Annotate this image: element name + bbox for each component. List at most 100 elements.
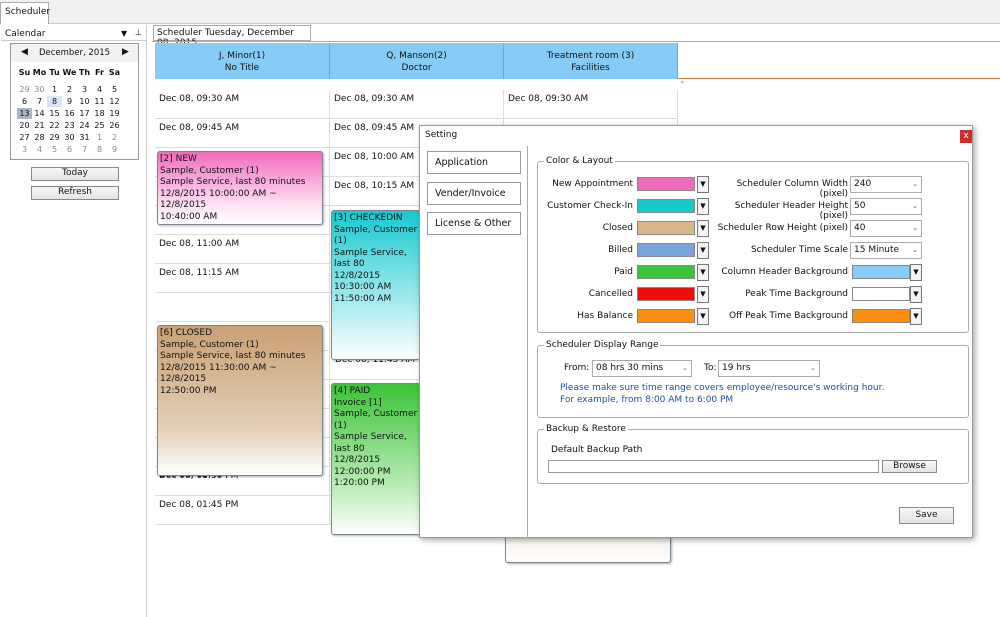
calendar-day[interactable]: 6 xyxy=(17,96,32,107)
setting-select[interactable]: 50 ⌄ xyxy=(850,198,922,215)
calendar-day[interactable]: 30 xyxy=(32,84,47,95)
calendar-day[interactable]: 3 xyxy=(17,144,32,155)
column-header-resource-2[interactable]: Q, Manson(2) Doctor xyxy=(330,43,504,79)
calendar-day[interactable]: 25 xyxy=(92,120,107,131)
month-calendar[interactable]: ◀ December, 2015 ▶ Su Mo Tu We Th Fr Sa 29 30 1 2 3… xyxy=(10,43,139,160)
calendar-day[interactable]: 30 xyxy=(62,132,77,143)
chevron-down-icon[interactable]: ▼ xyxy=(697,176,709,193)
nav-license-other[interactable]: License & Other xyxy=(427,212,521,235)
column-header-resource-3[interactable]: Treatment room (3) Facilities xyxy=(504,43,678,79)
time-slot[interactable]: Dec 08, 09:30 AM xyxy=(155,90,330,119)
calendar-day[interactable]: 22 xyxy=(47,120,62,131)
chevron-down-icon[interactable]: ▼ xyxy=(910,264,922,281)
setting-select[interactable]: 40 ⌄ xyxy=(850,220,922,237)
to-select[interactable]: 19 hrs ⌄ xyxy=(718,360,820,377)
calendar-day[interactable]: 29 xyxy=(47,132,62,143)
chevron-down-icon[interactable]: ▼ xyxy=(697,286,709,303)
setting-select[interactable]: 15 Minute ⌄ xyxy=(850,242,922,259)
time-slot[interactable]: Dec 08, 01:45 PM xyxy=(155,496,330,525)
appointment-partial[interactable] xyxy=(505,535,671,563)
calendar-day[interactable]: 11 xyxy=(92,96,107,107)
chevron-down-icon[interactable]: ▼ xyxy=(697,198,709,215)
color-swatch[interactable] xyxy=(637,243,695,257)
appointment-paid[interactable]: [4] PAID Invoice [1] Sample, Customer (1… xyxy=(331,383,421,535)
color-swatch[interactable] xyxy=(637,221,695,235)
calendar-day[interactable]: 27 xyxy=(17,132,32,143)
color-swatch[interactable] xyxy=(637,309,695,323)
calendar-day[interactable]: 1 xyxy=(92,132,107,143)
color-swatch[interactable] xyxy=(852,309,910,323)
calendar-day[interactable]: 8 xyxy=(92,144,107,155)
calendar-day[interactable]: 16 xyxy=(62,108,77,119)
time-slot[interactable] xyxy=(155,293,330,322)
time-slot[interactable]: Dec 08, 09:30 AM xyxy=(504,90,678,119)
calendar-day[interactable]: 5 xyxy=(107,84,122,95)
chevron-down-icon[interactable]: ▼ xyxy=(697,264,709,281)
calendar-day[interactable]: 5 xyxy=(47,144,62,155)
time-slot[interactable]: Dec 08, 09:30 AM xyxy=(330,90,504,119)
nav-application[interactable]: Application xyxy=(427,151,521,174)
pin-icon[interactable]: ⊥ xyxy=(135,28,142,37)
calendar-day[interactable]: 7 xyxy=(32,96,47,107)
calendar-day[interactable]: 15 xyxy=(47,108,62,119)
calendar-day[interactable]: 18 xyxy=(92,108,107,119)
tab-scheduler[interactable]: Scheduler xyxy=(0,2,50,24)
refresh-button[interactable]: Refresh xyxy=(31,186,119,200)
browse-button[interactable]: Browse xyxy=(882,460,937,473)
calendar-day[interactable]: 9 xyxy=(107,144,122,155)
color-swatch[interactable] xyxy=(637,287,695,301)
chevron-down-icon[interactable]: ▼ xyxy=(697,242,709,259)
calendar-day[interactable]: 29 xyxy=(17,84,32,95)
color-swatch[interactable] xyxy=(637,177,695,191)
time-slot[interactable]: Dec 08, 11:15 AM xyxy=(155,264,330,293)
appointment-checkedin[interactable]: [3] CHECKEDIN Sample, Customer (1) Sampl… xyxy=(331,210,421,360)
calendar-day[interactable]: 26 xyxy=(107,120,122,131)
calendar-day[interactable]: 14 xyxy=(32,108,47,119)
time-slot[interactable]: Dec 08, 09:45 AM xyxy=(155,119,330,148)
calendar-day[interactable]: 24 xyxy=(77,120,92,131)
color-swatch[interactable] xyxy=(852,265,910,279)
today-button[interactable]: Today xyxy=(31,167,119,181)
scroll-up-icon[interactable]: ⌃ xyxy=(679,80,691,92)
color-swatch[interactable] xyxy=(637,199,695,213)
calendar-day[interactable]: 21 xyxy=(32,120,47,131)
scheduler-date-tab[interactable]: Scheduler Tuesday, December 08, 2015 xyxy=(153,25,311,48)
chevron-down-icon[interactable]: ▼ xyxy=(910,308,922,325)
chevron-down-icon[interactable]: ▼ xyxy=(910,286,922,303)
chevron-down-icon[interactable]: ▼ xyxy=(697,220,709,237)
appointment-new[interactable]: [2] NEW Sample, Customer (1) Sample Serv… xyxy=(157,151,323,225)
nav-vender-invoice[interactable]: Vender/Invoice xyxy=(427,182,521,205)
calendar-day[interactable]: 10 xyxy=(77,96,92,107)
next-month-icon[interactable]: ▶ xyxy=(122,47,129,57)
column-header-resource-1[interactable]: J, Minor(1) No Title xyxy=(155,43,330,79)
dropdown-arrow-icon[interactable]: ▼ xyxy=(121,29,127,38)
calendar-day[interactable]: 1 xyxy=(47,84,62,95)
calendar-day[interactable]: 12 xyxy=(107,96,122,107)
calendar-day[interactable]: 7 xyxy=(77,144,92,155)
calendar-day[interactable]: 3 xyxy=(77,84,92,95)
setting-select[interactable]: 240 ⌄ xyxy=(850,176,922,193)
calendar-day[interactable]: 28 xyxy=(32,132,47,143)
calendar-day[interactable]: 17 xyxy=(77,108,92,119)
calendar-day[interactable]: 31 xyxy=(77,132,92,143)
save-button[interactable]: Save xyxy=(899,507,954,524)
calendar-day[interactable]: 4 xyxy=(32,144,47,155)
calendar-day[interactable]: 4 xyxy=(92,84,107,95)
calendar-day[interactable]: 2 xyxy=(107,132,122,143)
from-select[interactable]: 08 hrs 30 mins ⌄ xyxy=(592,360,692,377)
calendar-day[interactable]: 2 xyxy=(62,84,77,95)
calendar-day[interactable]: 9 xyxy=(62,96,77,107)
calendar-day[interactable]: 13 xyxy=(17,108,32,119)
backup-path-input[interactable] xyxy=(548,460,879,473)
close-icon[interactable]: x xyxy=(960,130,972,143)
calendar-day[interactable]: 8 xyxy=(47,96,62,107)
prev-month-icon[interactable]: ◀ xyxy=(21,47,28,57)
chevron-down-icon[interactable]: ▼ xyxy=(697,308,709,325)
color-swatch[interactable] xyxy=(637,265,695,279)
time-slot[interactable]: Dec 08, 11:00 AM xyxy=(155,235,330,264)
calendar-day[interactable]: 20 xyxy=(17,120,32,131)
calendar-day[interactable]: 6 xyxy=(62,144,77,155)
color-swatch[interactable] xyxy=(852,287,910,301)
appointment-closed[interactable]: [6] CLOSED Sample, Customer (1) Sample S… xyxy=(157,325,323,476)
calendar-day[interactable]: 23 xyxy=(62,120,77,131)
